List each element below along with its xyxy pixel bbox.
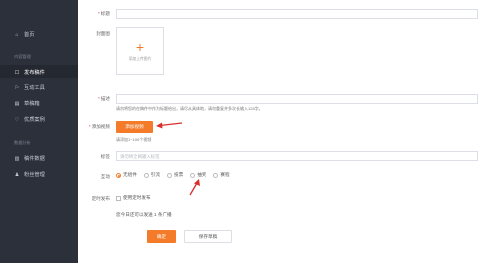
interaction-radio-group: 无组件 引流 投票 抽奖 赛程 — [116, 172, 230, 178]
add-video-button[interactable]: 添加视频 — [116, 121, 153, 133]
tags-label: 标签 — [100, 154, 110, 159]
submit-button[interactable]: 确定 — [147, 230, 176, 243]
checkbox-box — [116, 195, 121, 201]
annotation-arrow-icon — [189, 179, 200, 196]
fans-icon: ♟ — [14, 171, 20, 178]
quota-text: 您今日还可以发送 1 条广播 — [116, 212, 172, 217]
radio-dot — [213, 172, 219, 178]
tags-input[interactable]: 请勿将全网输入标签 — [116, 151, 478, 161]
radio-dot — [167, 172, 172, 178]
sidebar-item-fans[interactable]: ♟ 粉丝管理 — [14, 171, 45, 179]
title-label: *标题 — [98, 11, 110, 16]
radio-vote[interactable]: 投票 — [167, 172, 183, 178]
sidebar-item-data[interactable]: ▥ 稿件数据 — [14, 155, 45, 163]
draft-icon: ▤ — [14, 100, 20, 107]
sidebar-item-tools[interactable]: ⚐ 互动工具 — [14, 84, 45, 92]
sidebar-item-label: 发布稿件 — [24, 70, 45, 76]
cover-upload[interactable]: + 添加上传图片 — [116, 27, 164, 75]
description-input[interactable] — [116, 94, 478, 104]
sidebar-section-content: 内容管理 — [14, 54, 31, 59]
chart-icon: ▥ — [14, 155, 20, 162]
sidebar: ⌂ 首页 内容管理 ☐ 发布稿件 ⚐ 互动工具 ▤ 草稿箱 ♡ 优质案例 数据分… — [0, 0, 78, 263]
sidebar-item-label: 优质案例 — [24, 117, 45, 123]
plus-icon: + — [135, 39, 145, 55]
sidebar-item-label: 草稿箱 — [24, 101, 40, 107]
radio-label: 赛程 — [220, 172, 230, 177]
home-icon: ⌂ — [15, 31, 19, 38]
annotation-arrow-icon — [156, 122, 183, 129]
sidebar-item-label: 粉丝管理 — [24, 172, 45, 178]
radio-none[interactable]: 无组件 — [116, 172, 137, 178]
case-icon: ♡ — [14, 116, 20, 123]
video-hint: 请添加1~100个视频 — [116, 137, 152, 142]
sidebar-item-label: 首页 — [24, 32, 35, 38]
radio-schedule[interactable]: 赛程 — [213, 172, 230, 178]
radio-label: 引流 — [150, 172, 160, 177]
radio-traffic[interactable]: 引流 — [143, 172, 160, 178]
schedule-checkbox[interactable]: 使用定时发布 — [116, 195, 151, 201]
sidebar-item-home[interactable]: ⌂ 首页 — [14, 31, 35, 39]
sidebar-item-label: 互动工具 — [24, 85, 45, 91]
schedule-checkbox-label: 使用定时发布 — [123, 195, 151, 200]
title-input[interactable] — [116, 9, 478, 19]
cover-upload-caption: 添加上传图片 — [128, 57, 152, 61]
description-hint: 请勿将您的在稿件中作为标题给出，请尽从具体地，请勿重复并多次长输入125字。 — [116, 106, 263, 111]
sidebar-item-label: 稿件数据 — [24, 156, 45, 162]
radio-dot — [143, 172, 149, 178]
publish-icon: ☐ — [14, 69, 20, 76]
interaction-label: 互动 — [100, 174, 110, 179]
save-draft-button[interactable]: 保存草稿 — [184, 230, 232, 243]
video-label: *添加视频 — [88, 124, 110, 129]
sidebar-item-cases[interactable]: ♡ 优质案例 — [14, 116, 45, 124]
radio-dot — [190, 172, 196, 178]
sidebar-item-publish[interactable]: ☐ 发布稿件 — [14, 69, 45, 77]
radio-dot — [116, 172, 121, 178]
radio-label: 无组件 — [123, 172, 137, 177]
cover-label: 封面图 — [96, 31, 110, 36]
tool-icon: ⚐ — [14, 84, 20, 91]
radio-label: 投票 — [174, 172, 184, 177]
sidebar-section-analytics: 数据分析 — [14, 140, 31, 145]
description-label: *描述 — [98, 96, 110, 101]
sidebar-item-drafts[interactable]: ▤ 草稿箱 — [14, 100, 40, 108]
schedule-label: 定时发布 — [91, 196, 110, 201]
